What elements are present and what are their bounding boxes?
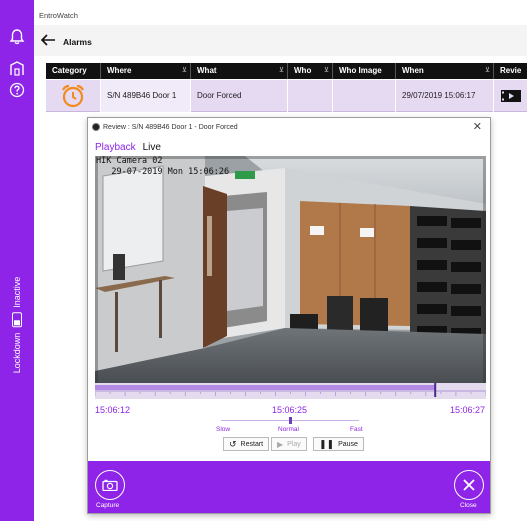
cell-where: S/N 489B46 Door 1: [101, 80, 191, 112]
restart-button[interactable]: ↺ Restart: [223, 437, 270, 451]
close-icon[interactable]: ✕: [473, 120, 482, 133]
column-header-where[interactable]: Where ⊻: [101, 63, 191, 79]
column-header-review[interactable]: Revie: [494, 63, 527, 79]
column-header-who[interactable]: Who ⊻: [288, 63, 333, 79]
column-header-what[interactable]: What ⊻: [191, 63, 288, 79]
camera-osd: HIK Camera 02 29-07-2019 Mon 15:06:26: [95, 156, 229, 178]
timeline-current-time: 15:06:25: [272, 405, 308, 415]
column-header-category[interactable]: Category: [46, 63, 101, 79]
camera-feed-image: [95, 156, 486, 399]
camera-icon: [102, 479, 118, 491]
app-logo-icon: [92, 123, 100, 131]
play-icon: ▶: [277, 439, 284, 449]
speed-slider[interactable]: [221, 417, 359, 425]
back-arrow-icon[interactable]: [40, 33, 56, 47]
cell-review[interactable]: [494, 80, 527, 112]
pause-icon: ❚❚: [319, 438, 335, 449]
cell-what: Door Forced: [191, 80, 288, 112]
play-button[interactable]: ▶ Play: [271, 437, 307, 451]
help-icon[interactable]: [7, 80, 27, 100]
lockdown-toggle[interactable]: Lockdown Inactive: [4, 260, 30, 390]
cell-who-image: [333, 80, 396, 112]
speed-thumb[interactable]: [288, 417, 292, 424]
tab-playback[interactable]: Playback: [95, 142, 136, 153]
left-rail: Lockdown Inactive: [0, 0, 34, 521]
dialog-title-bar: Review : S/N 489B46 Door 1 - Door Forced: [88, 118, 490, 136]
close-button[interactable]: [454, 470, 484, 500]
view-tabs: Playback Live: [95, 142, 161, 153]
speed-label-fast: Fast: [350, 426, 363, 433]
column-header-who-image[interactable]: Who Image: [333, 63, 396, 79]
app-title: EntroWatch: [39, 11, 78, 20]
restart-icon: ↺: [229, 438, 237, 449]
osd-timestamp: 29-07-2019 Mon 15:06:26: [111, 167, 230, 177]
timeline-progress: [95, 385, 436, 390]
filter-icon[interactable]: ⊻: [182, 63, 187, 79]
filter-icon[interactable]: ⊻: [485, 63, 490, 79]
capture-button[interactable]: [95, 470, 125, 500]
video-frame: HIK Camera 02 29-07-2019 Mon 15:06:26: [95, 156, 486, 399]
osd-camera-name: HIK Camera 02: [96, 156, 163, 166]
header-bar: [34, 25, 527, 56]
category-cell: [46, 80, 101, 112]
timeline-end-time: 15:06:27: [450, 405, 486, 415]
dialog-title: Review : S/N 489B46 Door 1 - Door Forced: [103, 123, 238, 131]
close-circle-icon: [463, 479, 475, 491]
timeline-cursor[interactable]: [434, 383, 437, 397]
capture-label: Capture: [96, 502, 120, 509]
timeline-start-time: 15:06:12: [95, 405, 131, 415]
page-title: Alarms: [63, 37, 92, 47]
speed-label-normal: Normal: [278, 426, 299, 433]
speed-label-slow: Slow: [216, 426, 231, 433]
tab-live[interactable]: Live: [143, 142, 161, 153]
column-header-when[interactable]: When ⊻: [396, 63, 494, 79]
pause-button[interactable]: ❚❚ Pause: [313, 437, 364, 451]
toggle-switch-icon[interactable]: [12, 312, 22, 328]
dialog-footer: Capture Close: [88, 461, 490, 513]
alarm-clock-icon: [62, 84, 84, 108]
table-row[interactable]: S/N 489B46 Door 1 Door Forced 29/07/2019…: [46, 80, 527, 112]
filter-icon[interactable]: ⊻: [324, 63, 329, 79]
close-label: Close: [460, 502, 477, 509]
video-icon[interactable]: [500, 89, 522, 103]
cell-who: [288, 80, 333, 112]
filter-icon[interactable]: ⊻: [279, 63, 284, 79]
building-icon[interactable]: [7, 58, 27, 78]
review-dialog: Review : S/N 489B46 Door 1 - Door Forced…: [87, 117, 491, 514]
table-header: Category Where ⊻ What ⊻ Who ⊻ Who Image Whe…: [46, 63, 527, 79]
lockdown-label: Lockdown: [12, 332, 22, 374]
playback-timeline[interactable]: [94, 383, 487, 399]
app-window: Lockdown Inactive EntroWatch Alarms Cate…: [0, 0, 527, 521]
cell-when: 29/07/2019 15:06:17: [396, 80, 494, 112]
alarm-bell-icon[interactable]: [7, 27, 27, 47]
lockdown-state: Inactive: [12, 276, 22, 308]
